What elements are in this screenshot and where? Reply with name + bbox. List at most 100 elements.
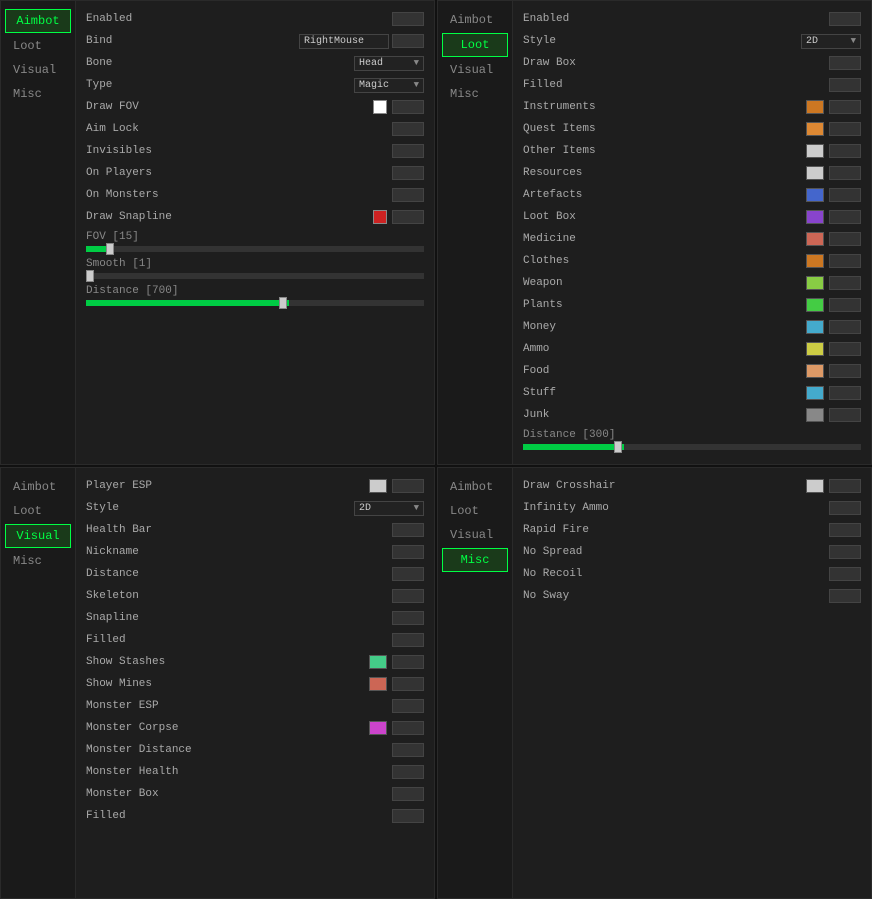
sidebar-item-visual3[interactable]: Visual: [5, 524, 71, 548]
toggle-no-recoil[interactable]: [829, 567, 861, 581]
toggle-skeleton[interactable]: [392, 589, 424, 603]
toggle-ammo[interactable]: [829, 342, 861, 356]
toggle-enabled[interactable]: [392, 12, 424, 26]
quest-swatch[interactable]: [806, 122, 824, 136]
toggle-loot-filled[interactable]: [829, 78, 861, 92]
toggle-visual-filled[interactable]: [392, 633, 424, 647]
slider-smooth-label: Smooth [1]: [86, 258, 424, 270]
toggle-player-esp[interactable]: [392, 479, 424, 493]
bone-dropdown[interactable]: Head ▼: [354, 56, 424, 71]
toggle-infinity-ammo[interactable]: [829, 501, 861, 515]
toggle-quest-items[interactable]: [829, 122, 861, 136]
sidebar-item-aimbot4[interactable]: Aimbot: [442, 476, 508, 498]
artefacts-swatch[interactable]: [806, 188, 824, 202]
toggle-no-spread[interactable]: [829, 545, 861, 559]
toggle-plants[interactable]: [829, 298, 861, 312]
toggle-draw-snapline[interactable]: [392, 210, 424, 224]
slider-loot-distance-track[interactable]: [523, 444, 861, 450]
toggle-weapon[interactable]: [829, 276, 861, 290]
sidebar-item-loot3[interactable]: Loot: [5, 500, 71, 522]
toggle-draw-fov[interactable]: [392, 100, 424, 114]
toggle-health-bar[interactable]: [392, 523, 424, 537]
type-dropdown[interactable]: Magic ▼: [354, 78, 424, 93]
slider-distance-thumb[interactable]: [279, 297, 287, 309]
toggle-junk[interactable]: [829, 408, 861, 422]
corpse-swatch[interactable]: [369, 721, 387, 735]
visual-style-dropdown[interactable]: 2D ▼: [354, 501, 424, 516]
sidebar-item-misc2[interactable]: Misc: [442, 83, 508, 105]
food-swatch[interactable]: [806, 364, 824, 378]
sidebar-item-loot2[interactable]: Loot: [442, 33, 508, 57]
other-swatch[interactable]: [806, 144, 824, 158]
sidebar-item-loot[interactable]: Loot: [5, 35, 71, 57]
toggle-loot-box[interactable]: [829, 210, 861, 224]
stuff-swatch[interactable]: [806, 386, 824, 400]
toggle-other-items[interactable]: [829, 144, 861, 158]
toggle-instruments[interactable]: [829, 100, 861, 114]
toggle-on-players[interactable]: [392, 166, 424, 180]
sidebar-item-aimbot3[interactable]: Aimbot: [5, 476, 71, 498]
bind-dropdown[interactable]: RightMouse: [299, 34, 389, 49]
toggle-monster-esp[interactable]: [392, 699, 424, 713]
instruments-swatch[interactable]: [806, 100, 824, 114]
sidebar-item-misc4[interactable]: Misc: [442, 548, 508, 572]
toggle-show-mines[interactable]: [392, 677, 424, 691]
sidebar-item-loot4[interactable]: Loot: [442, 500, 508, 522]
toggle-stuff[interactable]: [829, 386, 861, 400]
toggle-money[interactable]: [829, 320, 861, 334]
toggle-resources[interactable]: [829, 166, 861, 180]
plants-swatch[interactable]: [806, 298, 824, 312]
junk-swatch[interactable]: [806, 408, 824, 422]
toggle-bind[interactable]: [392, 34, 424, 48]
toggle-monster-distance[interactable]: [392, 743, 424, 757]
loot-box-swatch[interactable]: [806, 210, 824, 224]
sidebar-item-visual2[interactable]: Visual: [442, 59, 508, 81]
toggle-artefacts[interactable]: [829, 188, 861, 202]
sidebar-item-visual4[interactable]: Visual: [442, 524, 508, 546]
crosshair-swatch[interactable]: [806, 479, 824, 493]
snapline-color-swatch[interactable]: [373, 210, 387, 224]
toggle-show-stashes[interactable]: [392, 655, 424, 669]
mines-swatch[interactable]: [369, 677, 387, 691]
toggle-nickname[interactable]: [392, 545, 424, 559]
slider-smooth-thumb[interactable]: [86, 270, 94, 282]
toggle-draw-crosshair[interactable]: [829, 479, 861, 493]
toggle-visual-distance[interactable]: [392, 567, 424, 581]
fov-color-swatch[interactable]: [373, 100, 387, 114]
toggle-food[interactable]: [829, 364, 861, 378]
toggle-invisibles[interactable]: [392, 144, 424, 158]
row-other-items: Other Items: [523, 141, 861, 161]
weapon-swatch[interactable]: [806, 276, 824, 290]
toggle-monster-health[interactable]: [392, 765, 424, 779]
toggle-rapid-fire[interactable]: [829, 523, 861, 537]
sidebar-item-aimbot[interactable]: Aimbot: [5, 9, 71, 33]
medicine-swatch[interactable]: [806, 232, 824, 246]
loot-style-dropdown[interactable]: 2D ▼: [801, 34, 861, 49]
slider-fov-thumb[interactable]: [106, 243, 114, 255]
resources-swatch[interactable]: [806, 166, 824, 180]
toggle-draw-box[interactable]: [829, 56, 861, 70]
toggle-medicine[interactable]: [829, 232, 861, 246]
slider-distance-track[interactable]: [86, 300, 424, 306]
money-swatch[interactable]: [806, 320, 824, 334]
sidebar-item-misc3[interactable]: Misc: [5, 550, 71, 572]
player-esp-swatch[interactable]: [369, 479, 387, 493]
clothes-swatch[interactable]: [806, 254, 824, 268]
sidebar-item-misc[interactable]: Misc: [5, 83, 71, 105]
slider-loot-thumb[interactable]: [614, 441, 622, 453]
sidebar-item-aimbot2[interactable]: Aimbot: [442, 9, 508, 31]
toggle-monster-box[interactable]: [392, 787, 424, 801]
toggle-clothes[interactable]: [829, 254, 861, 268]
toggle-on-monsters[interactable]: [392, 188, 424, 202]
toggle-aim-lock[interactable]: [392, 122, 424, 136]
toggle-monster-filled[interactable]: [392, 809, 424, 823]
ammo-swatch[interactable]: [806, 342, 824, 356]
sidebar-item-visual[interactable]: Visual: [5, 59, 71, 81]
toggle-monster-corpse[interactable]: [392, 721, 424, 735]
toggle-loot-enabled[interactable]: [829, 12, 861, 26]
toggle-no-sway[interactable]: [829, 589, 861, 603]
toggle-snapline[interactable]: [392, 611, 424, 625]
stashes-swatch[interactable]: [369, 655, 387, 669]
slider-fov-track[interactable]: [86, 246, 424, 252]
slider-smooth-track[interactable]: [86, 273, 424, 279]
